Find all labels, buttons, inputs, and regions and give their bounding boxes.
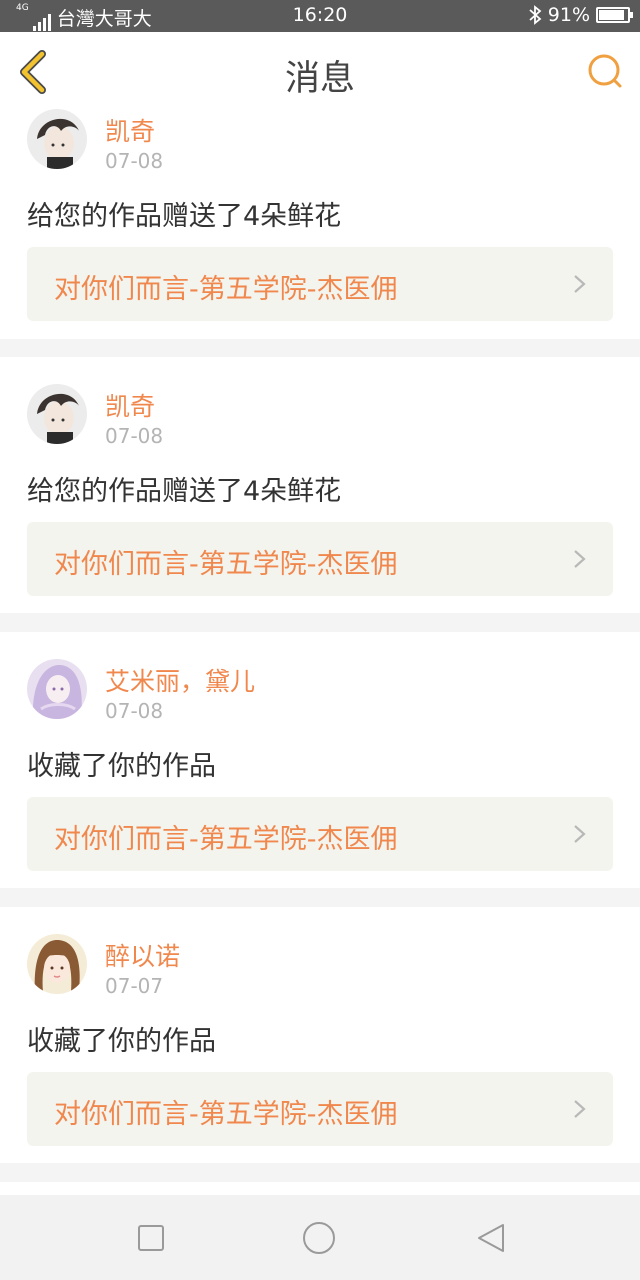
work-link[interactable]: 对你们而言-第五学院-杰医佣 [27, 797, 613, 871]
app-header: 消息 [0, 32, 640, 110]
avatar[interactable] [27, 384, 87, 444]
battery-icon [596, 7, 633, 23]
message-card: 凯奇 07-08 给您的作品赠送了4朵鲜花 对你们而言-第五学院-杰医佣 [0, 100, 640, 339]
circle-icon [303, 1222, 335, 1254]
message-text: 给您的作品赠送了4朵鲜花 [27, 476, 342, 507]
message-date: 07-08 [105, 149, 164, 173]
bluetooth-icon [529, 5, 542, 25]
search-button[interactable] [586, 52, 626, 92]
work-title: 对你们而言-第五学院-杰医佣 [54, 549, 398, 580]
work-link[interactable]: 对你们而言-第五学院-杰医佣 [27, 522, 613, 596]
recents-button[interactable] [134, 1221, 168, 1255]
work-title: 对你们而言-第五学院-杰医佣 [54, 824, 398, 855]
message-date: 07-07 [105, 974, 164, 998]
message-card: 艾米丽，黛儿 07-08 收藏了你的作品 对你们而言-第五学院-杰医佣 [0, 632, 640, 888]
status-bar: 4G 台灣大哥大 16:20 91% [0, 0, 640, 32]
avatar[interactable] [27, 109, 87, 169]
message-text: 收藏了你的作品 [27, 1026, 216, 1057]
message-card: 醉以诺 07-07 收藏了你的作品 对你们而言-第五学院-杰医佣 [0, 907, 640, 1163]
user-name[interactable]: 艾米丽，黛儿 [105, 662, 255, 698]
triangle-back-icon [478, 1224, 504, 1252]
battery-fill [599, 10, 624, 20]
work-link[interactable]: 对你们而言-第五学院-杰医佣 [27, 247, 613, 321]
work-title: 对你们而言-第五学院-杰医佣 [54, 1099, 398, 1130]
work-title: 对你们而言-第五学院-杰医佣 [54, 274, 398, 305]
user-name[interactable]: 凯奇 [105, 112, 155, 148]
message-text: 收藏了你的作品 [27, 751, 216, 782]
avatar[interactable] [27, 659, 87, 719]
system-nav-bar [0, 1195, 640, 1280]
message-date: 07-08 [105, 424, 164, 448]
message-card-partial [0, 1182, 640, 1196]
chevron-right-icon [574, 1100, 586, 1118]
back-nav-button[interactable] [474, 1221, 508, 1255]
avatar-boy-dark-hair-icon [27, 384, 87, 444]
chevron-right-icon [574, 550, 586, 568]
message-text: 给您的作品赠送了4朵鲜花 [27, 201, 342, 232]
user-name[interactable]: 醉以诺 [105, 937, 180, 973]
search-icon [588, 54, 622, 88]
battery-percent: 91% [547, 4, 590, 26]
avatar-boy-dark-hair-icon [27, 109, 87, 169]
avatar-girl-brown-hair-icon [27, 934, 87, 994]
avatar[interactable] [27, 934, 87, 994]
status-right: 91% [528, 4, 633, 26]
avatar-girl-lavender-icon [27, 659, 87, 719]
message-card: 凯奇 07-08 给您的作品赠送了4朵鲜花 对你们而言-第五学院-杰医佣 [0, 357, 640, 613]
user-name[interactable]: 凯奇 [105, 387, 155, 423]
chevron-right-icon [574, 825, 586, 843]
message-date: 07-08 [105, 699, 164, 723]
page-title: 消息 [284, 59, 355, 99]
chevron-right-icon [574, 275, 586, 293]
home-button[interactable] [302, 1221, 336, 1255]
square-icon [138, 1225, 164, 1251]
work-link[interactable]: 对你们而言-第五学院-杰医佣 [27, 1072, 613, 1146]
